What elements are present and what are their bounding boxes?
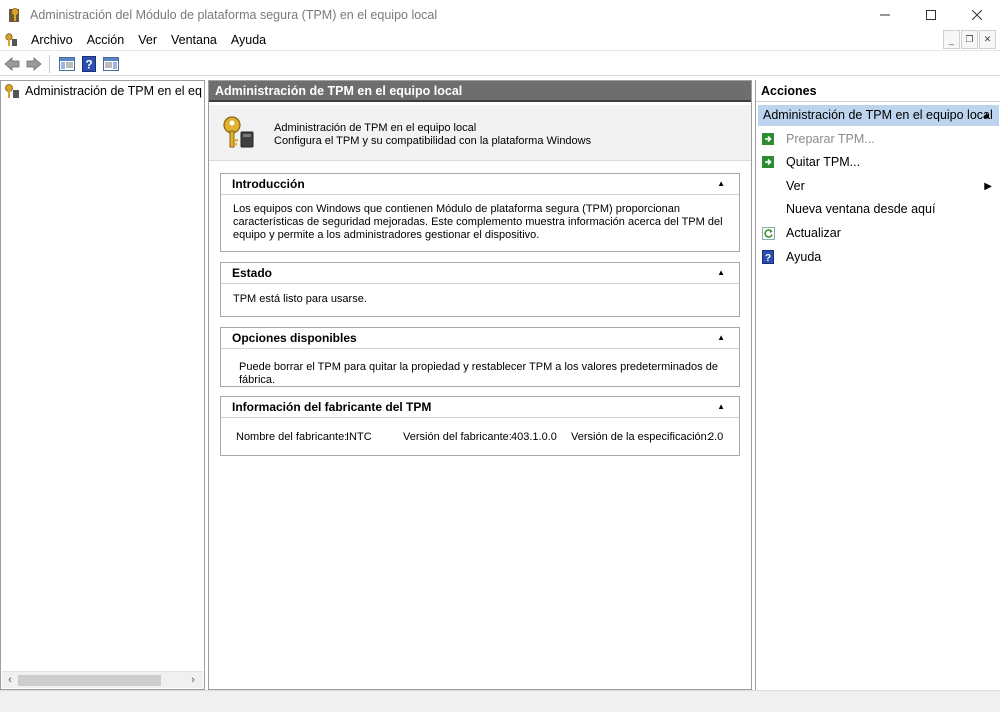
window-title: Administración del Módulo de plataforma … <box>30 8 438 22</box>
action-label: Actualizar <box>786 226 841 240</box>
tree-item-label: Administración de TPM en el equipo local <box>25 84 202 98</box>
section-title: Información del fabricante del TPM <box>232 400 432 414</box>
status-bar <box>0 690 1000 712</box>
scrollbar-thumb[interactable] <box>18 675 161 686</box>
action-preparar-tpm[interactable]: Preparar TPM... <box>761 129 996 149</box>
tpm-key-icon <box>221 115 255 149</box>
section-estado: Estado ▲ TPM está listo para usarse. <box>220 262 740 317</box>
child-close-button[interactable]: ✕ <box>979 30 996 49</box>
menu-archivo[interactable]: Archivo <box>24 33 80 47</box>
action-label: Ver <box>786 179 805 193</box>
manufacturer-name-value: INTC <box>346 431 372 443</box>
menu-ver[interactable]: Ver <box>131 33 164 47</box>
scroll-right-icon[interactable]: › <box>187 674 199 686</box>
menu-ayuda[interactable]: Ayuda <box>224 33 273 47</box>
intro-subtitle: Configura el TPM y su compatibilidad con… <box>274 135 592 147</box>
scroll-left-icon[interactable]: ‹ <box>4 674 16 686</box>
action-label: Ayuda <box>786 250 822 264</box>
toolbar: ? <box>0 52 1000 76</box>
tpm-node-icon <box>4 83 20 99</box>
collapse-up-icon[interactable]: ▲ <box>717 268 725 277</box>
manufacturer-version-label: Versión del fabricante: <box>403 431 512 443</box>
action-nueva-ventana[interactable]: Nueva ventana desde aquí <box>761 199 996 219</box>
section-header[interactable]: Información del fabricante del TPM ▲ <box>221 397 739 418</box>
section-body: TPM está listo para usarse. <box>233 293 367 305</box>
section-header[interactable]: Opciones disponibles ▲ <box>221 328 739 349</box>
forward-button[interactable] <box>24 54 44 74</box>
show-hide-action-pane-icon <box>103 56 119 71</box>
action-actualizar[interactable]: Actualizar <box>761 223 996 243</box>
console-tree-pane: Administración de TPM en el equipo local… <box>0 80 205 690</box>
section-introduccion: Introducción ▲ Los equipos con Windows q… <box>220 173 740 252</box>
tpm-app-icon <box>8 7 22 23</box>
action-ayuda[interactable]: ? Ayuda <box>761 247 996 267</box>
action-green-arrow-icon <box>761 155 775 169</box>
svg-text:?: ? <box>765 253 771 264</box>
section-fabricante: Información del fabricante del TPM ▲ Nom… <box>220 396 740 456</box>
tree-item-tpm-root[interactable]: Administración de TPM en el equipo local <box>4 83 202 99</box>
section-header[interactable]: Introducción ▲ <box>221 174 739 195</box>
child-restore-icon: ❐ <box>965 34 974 44</box>
action-label: Quitar TPM... <box>786 155 861 169</box>
svg-text:?: ? <box>85 57 92 71</box>
section-header[interactable]: Estado ▲ <box>221 263 739 284</box>
submenu-arrow-icon: ▶ <box>984 180 992 192</box>
collapse-up-icon[interactable]: ▲ <box>717 402 725 411</box>
tree-horizontal-scrollbar[interactable]: ‹ › <box>2 671 203 688</box>
action-green-arrow-icon <box>761 132 775 146</box>
section-body: Los equipos con Windows que contienen Mó… <box>233 203 723 241</box>
forward-arrow-icon <box>26 56 42 71</box>
section-title: Opciones disponibles <box>232 331 357 345</box>
actions-header: Acciones <box>756 80 1000 102</box>
tpm-menu-icon[interactable] <box>4 33 18 47</box>
actions-pane: Acciones Administración de TPM en el equ… <box>755 80 1000 690</box>
help-icon: ? <box>761 250 775 264</box>
title-bar: Administración del Módulo de plataforma … <box>0 0 1000 30</box>
help-icon: ? <box>82 55 96 72</box>
show-hide-tree-button[interactable] <box>57 54 77 74</box>
manufacturer-name-label: Nombre del fabricante: <box>236 431 348 443</box>
minimize-icon <box>880 14 890 16</box>
maximize-icon <box>926 10 936 20</box>
child-restore-button[interactable]: ❐ <box>961 30 978 49</box>
action-label: Preparar TPM... <box>786 132 875 146</box>
collapse-up-icon[interactable]: ▲ <box>982 105 991 126</box>
manufacturer-version-value: 403.1.0.0 <box>511 431 557 443</box>
actions-group-header[interactable]: Administración de TPM en el equipo local… <box>758 105 999 126</box>
back-arrow-icon <box>4 56 20 71</box>
actions-group-label: Administración de TPM en el equipo local <box>763 108 993 122</box>
show-hide-tree-icon <box>59 56 75 71</box>
section-opciones: Opciones disponibles ▲ Puede borrar el T… <box>220 327 740 387</box>
spec-version-value: 2.0 <box>708 431 724 443</box>
collapse-up-icon[interactable]: ▲ <box>717 333 725 342</box>
intro-title: Administración de TPM en el equipo local <box>274 122 477 134</box>
close-button[interactable] <box>954 0 1000 30</box>
child-minimize-icon: _ <box>948 34 954 45</box>
menu-bar: Archivo Acción Ver Ventana Ayuda _ ❐ ✕ <box>0 30 1000 51</box>
section-title: Introducción <box>232 177 305 191</box>
close-icon <box>972 10 982 20</box>
menu-ventana[interactable]: Ventana <box>164 33 224 47</box>
action-label: Nueva ventana desde aquí <box>786 202 936 216</box>
minimize-button[interactable] <box>862 0 908 30</box>
results-header: Administración de TPM en el equipo local <box>209 81 751 102</box>
section-title: Estado <box>232 266 273 280</box>
back-button[interactable] <box>2 54 22 74</box>
show-hide-action-pane-button[interactable] <box>101 54 121 74</box>
child-close-icon: ✕ <box>983 34 992 44</box>
snapin-intro-band: Administración de TPM en el equipo local… <box>209 105 751 161</box>
child-minimize-button[interactable]: _ <box>943 30 960 49</box>
refresh-icon <box>761 226 775 240</box>
results-pane: Administración de TPM en el equipo local… <box>208 80 752 690</box>
menu-accion[interactable]: Acción <box>80 33 132 47</box>
toolbar-separator <box>49 54 50 73</box>
section-body: Puede borrar el TPM para quitar la propi… <box>239 361 718 386</box>
maximize-button[interactable] <box>908 0 954 30</box>
action-quitar-tpm[interactable]: Quitar TPM... <box>761 152 996 172</box>
help-toolbar-button[interactable]: ? <box>79 54 99 74</box>
action-ver[interactable]: Ver ▶ <box>761 176 996 196</box>
collapse-up-icon[interactable]: ▲ <box>717 179 725 188</box>
spec-version-label: Versión de la especificación: <box>571 431 710 443</box>
